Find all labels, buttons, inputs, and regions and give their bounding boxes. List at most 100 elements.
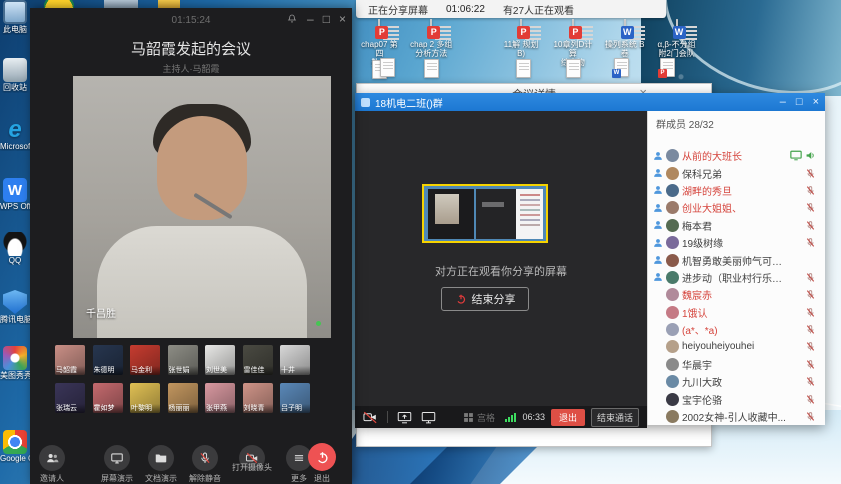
participant-tile[interactable]: 张甲燕: [205, 383, 235, 413]
in-call-person-icon: [653, 238, 663, 248]
member-row[interactable]: 九川大政: [653, 373, 822, 390]
member-row[interactable]: 梅本君: [653, 217, 822, 234]
members-header: 群成员 28/32: [656, 116, 714, 131]
divider: [387, 411, 388, 423]
desktop-icon[interactable]: 此电脑: [0, 0, 30, 35]
member-row[interactable]: 湖畔的秀旦: [653, 182, 822, 199]
partial-app-icon[interactable]: [44, 0, 74, 8]
member-row[interactable]: 宝宇伦骆: [653, 390, 822, 407]
close-icon[interactable]: ×: [339, 13, 346, 25]
grid-view-button[interactable]: 宫格: [463, 411, 495, 424]
mic-muted-icon: [805, 376, 816, 387]
file-type-badge: W: [621, 26, 634, 39]
avatar: [666, 358, 679, 371]
file-icon[interactable]: [380, 58, 395, 77]
participant-name: 霍如梦: [93, 404, 123, 413]
participant-name: 叶黎明: [130, 404, 160, 413]
close-icon[interactable]: ×: [813, 97, 819, 108]
watching-status-text: 对方正在观看你分享的屏幕: [355, 263, 647, 279]
participant-tile[interactable]: 叶黎明: [130, 383, 160, 413]
member-row[interactable]: 机智勇敢美丽帅气可爱的...: [653, 251, 822, 268]
member-row[interactable]: heiyouheiyouhei: [653, 338, 822, 355]
member-name: 进步动（职业村行乐动）: [682, 270, 790, 285]
maximize-icon[interactable]: □: [796, 97, 803, 108]
participant-name: 刘晓青: [243, 404, 273, 413]
partial-flowchart-icon[interactable]: [104, 0, 138, 8]
desktop-icon[interactable]: W WPS Office: [0, 178, 30, 211]
avatar: [666, 323, 679, 336]
file-type-badge: P: [375, 26, 388, 39]
desktop-icon[interactable]: 回收站: [0, 58, 30, 93]
participant-tile[interactable]: 霍如梦: [93, 383, 123, 413]
in-call-person-icon: [653, 185, 663, 195]
participant-tile[interactable]: 雷佳佳: [243, 345, 273, 375]
participant-tile[interactable]: 刘世美: [205, 345, 235, 375]
minimize-icon[interactable]: –: [780, 97, 786, 108]
desktop-icon[interactable]: QQ: [0, 232, 30, 265]
avatar: [666, 410, 679, 423]
mic-muted-icon: [805, 202, 816, 213]
invite-button[interactable]: 邀请人: [24, 445, 80, 484]
unmute-button[interactable]: 解除静音: [188, 445, 222, 484]
exit-meeting-button[interactable]: 退出: [294, 443, 350, 484]
avatar: [666, 201, 679, 214]
member-row[interactable]: 进步动（职业村行乐动）: [653, 269, 822, 286]
file-icon[interactable]: [566, 59, 581, 78]
pdf-file-icon[interactable]: P: [660, 58, 675, 77]
display-icon[interactable]: [421, 411, 436, 424]
desktop-icon[interactable]: 腾讯电脑管家: [0, 290, 30, 325]
main-video-feed[interactable]: 千吕胜: [73, 76, 331, 338]
participant-tile[interactable]: 马韶霞: [55, 345, 85, 375]
pinwheel-icon: [3, 346, 27, 370]
desktop-icon[interactable]: e Microsoft Edge: [0, 118, 30, 151]
signal-bars-icon: [505, 413, 516, 422]
member-row[interactable]: 2002女神-引人收藏中...: [653, 408, 822, 425]
member-row[interactable]: 19级树缘: [653, 234, 822, 251]
desktop-icon[interactable]: 美图秀秀: [0, 346, 30, 381]
file-icon[interactable]: [516, 59, 531, 78]
shared-screen-thumbnail[interactable]: [422, 184, 548, 243]
participant-name: 张甲燕: [205, 404, 235, 413]
bell-icon[interactable]: [286, 13, 298, 25]
end-call-button[interactable]: 结束通话: [591, 408, 639, 427]
member-name: 机智勇敢美丽帅气可爱的...: [682, 253, 790, 268]
member-row[interactable]: (a*、*a): [653, 321, 822, 338]
member-row[interactable]: 1饿认: [653, 304, 822, 321]
participant-tile[interactable]: 张瑞云: [55, 383, 85, 413]
qq-call-toolbar: 宫格 06:33 退出 结束通话: [355, 406, 647, 428]
participant-tile[interactable]: 朱德明: [93, 345, 123, 375]
in-call-person-icon: [653, 168, 663, 178]
member-name: heiyouheiyouhei: [682, 341, 754, 352]
grid-icon: [463, 412, 474, 423]
participant-tile[interactable]: 杨丽丽: [168, 383, 198, 413]
member-row[interactable]: 魏宸赤: [653, 286, 822, 303]
exit-call-button[interactable]: 退出: [551, 409, 585, 426]
mic-muted-icon: [805, 185, 816, 196]
mic-muted-icon: [805, 272, 816, 283]
minimize-icon[interactable]: –: [307, 13, 314, 25]
member-row[interactable]: 从前的大班长: [653, 147, 822, 164]
participant-tile[interactable]: 十井: [280, 345, 310, 375]
screen-share-button[interactable]: 屏幕演示: [100, 445, 134, 484]
participant-tile[interactable]: 吕子明: [280, 383, 310, 413]
meeting-title-bar[interactable]: 01:15:24 – □ ×: [30, 8, 352, 34]
partial-folder-icon[interactable]: [158, 0, 180, 8]
member-row[interactable]: 创业大姐姐、: [653, 199, 822, 216]
word-file-icon[interactable]: W: [614, 58, 629, 77]
camera-button[interactable]: 打开摄像头: [232, 445, 272, 484]
end-share-button[interactable]: 结束分享: [441, 287, 529, 311]
qq-title-bar[interactable]: 18机电二班()群 – □ ×: [355, 93, 825, 111]
share-screen-icon[interactable]: [397, 411, 412, 424]
participant-tile[interactable]: 马金利: [130, 345, 160, 375]
member-row[interactable]: 华晨宇: [653, 356, 822, 373]
camera-off-icon[interactable]: [363, 411, 378, 424]
file-icon[interactable]: [424, 59, 439, 78]
maximize-icon[interactable]: □: [323, 13, 330, 25]
document-icon: P: [520, 19, 522, 38]
doc-share-button[interactable]: 文档演示: [144, 445, 178, 484]
avatar: [666, 219, 679, 232]
participant-tile[interactable]: 张世娟: [168, 345, 198, 375]
screen-share-bar[interactable]: 正在分享屏幕 01:06:22 有27人正在观看: [356, 0, 666, 18]
member-row[interactable]: 保科兄弟: [653, 164, 822, 181]
participant-tile[interactable]: 刘晓青: [243, 383, 273, 413]
